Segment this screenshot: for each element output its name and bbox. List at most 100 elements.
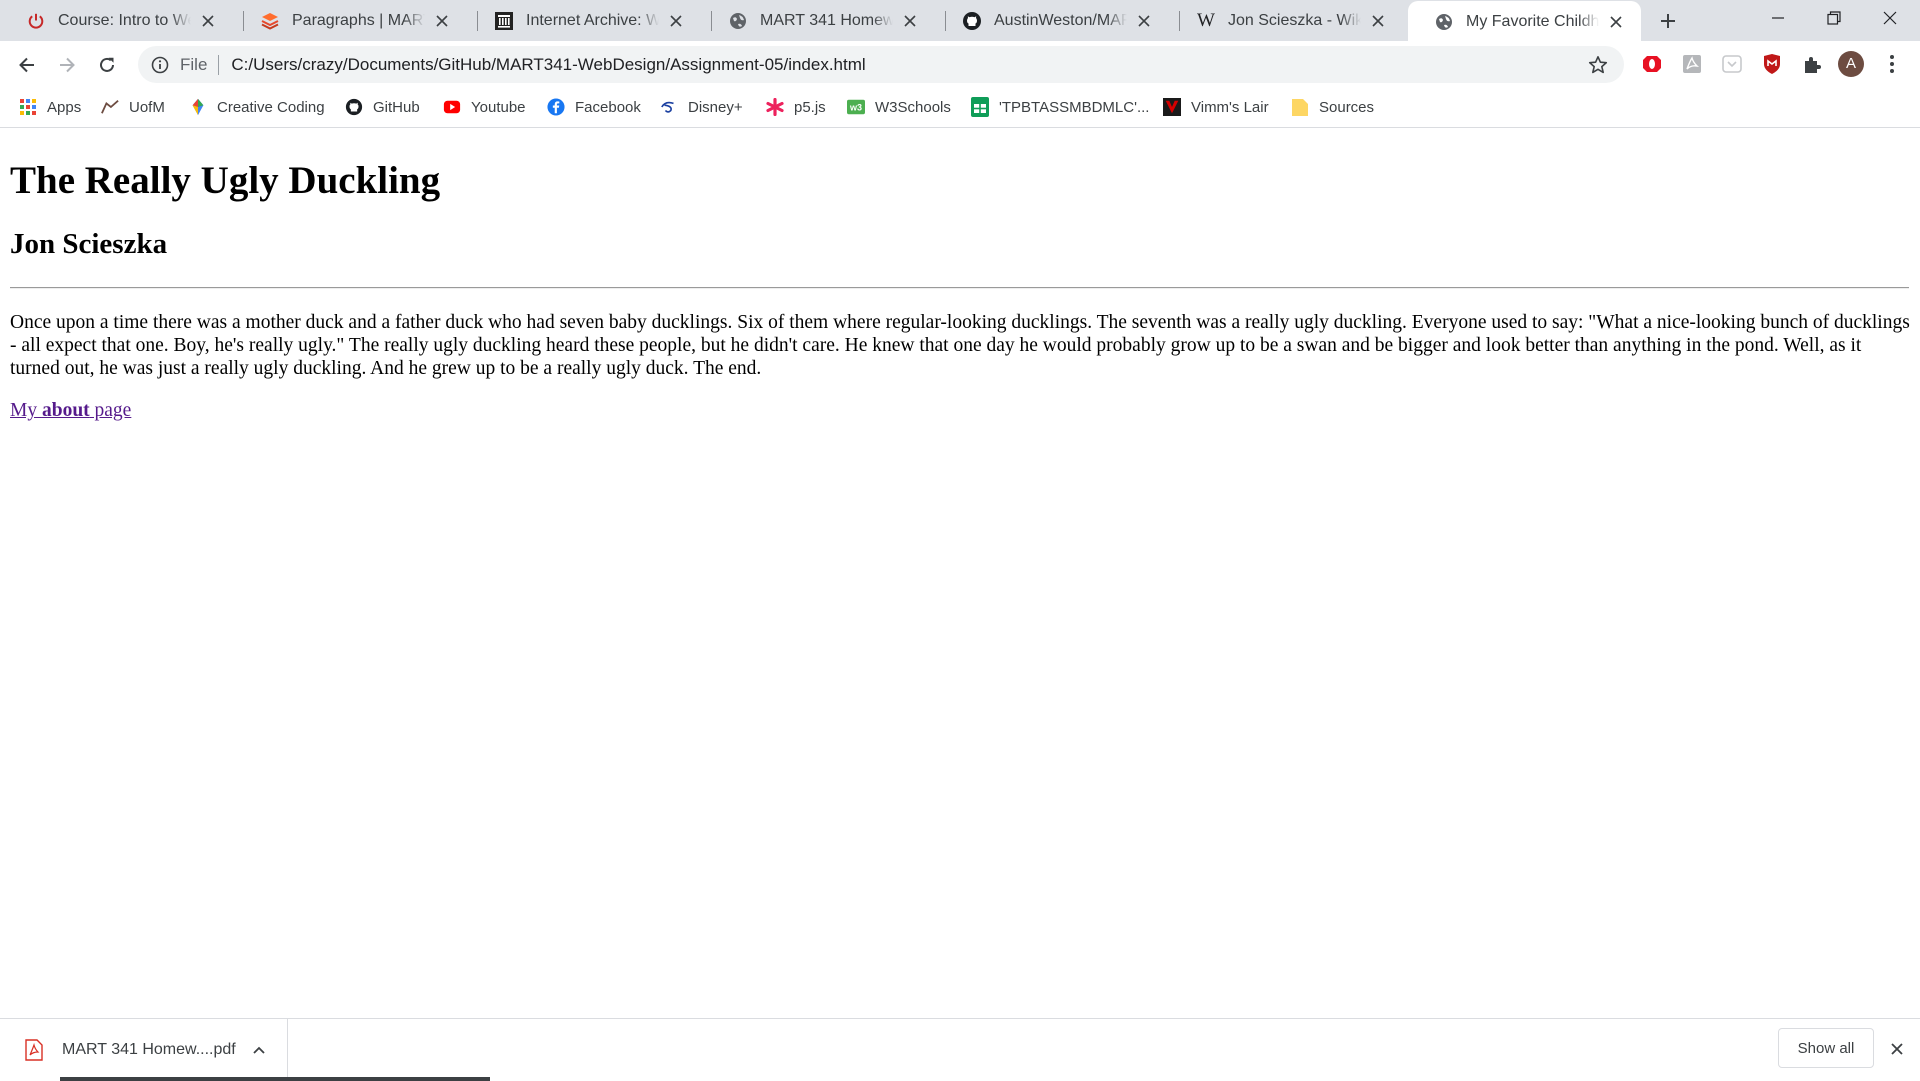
star-icon[interactable] xyxy=(1586,53,1610,77)
svg-text:w3: w3 xyxy=(849,103,862,113)
apps-grid-icon xyxy=(19,98,37,116)
scheme-label: File xyxy=(180,54,208,74)
bookmark-label: Vimm's Lair xyxy=(1191,98,1269,116)
bookmark-label: Facebook xyxy=(575,98,641,116)
uofm-icon xyxy=(101,98,119,116)
bookmark-label: GitHub xyxy=(373,98,420,116)
pdf-file-icon xyxy=(24,1039,44,1061)
download-file-name: MART 341 Homew....pdf xyxy=(62,1041,236,1058)
archive-icon xyxy=(494,11,514,31)
vimm-icon xyxy=(1163,98,1181,116)
arrow-left-icon xyxy=(19,57,34,73)
reload-icon xyxy=(100,57,114,72)
extensions-puzzle-icon[interactable] xyxy=(1799,51,1825,77)
story-paragraph: Once upon a time there was a mother duck… xyxy=(10,312,1910,379)
tab-github-repo[interactable]: AustinWeston/MART34 xyxy=(936,0,1169,41)
reload-button[interactable] xyxy=(89,47,125,83)
bookmark-label: Apps xyxy=(47,98,82,116)
tab-title: Internet Archive: Wayb xyxy=(526,11,659,29)
w3schools-icon: w3 xyxy=(847,98,865,116)
globe-icon xyxy=(1434,12,1454,32)
show-all-button[interactable]: Show all xyxy=(1778,1028,1874,1068)
bookmark-label: p5.js xyxy=(794,98,826,116)
close-tab-icon[interactable] xyxy=(667,12,685,30)
arrow-right-icon xyxy=(60,57,75,73)
tab-title: MART 341 Homework xyxy=(760,11,893,29)
bookmark-label: Sources xyxy=(1319,98,1375,116)
sheets-icon xyxy=(971,97,989,117)
bookmark-w3schools[interactable]: w3 W3Schools xyxy=(847,95,951,119)
pdf-extension-icon[interactable] xyxy=(1679,51,1705,77)
close-shelf-icon[interactable] xyxy=(1886,1038,1908,1060)
pocket-extension-icon[interactable] xyxy=(1719,51,1745,77)
bookmark-disney-plus[interactable]: Disney+ xyxy=(660,95,743,119)
creative-coding-icon xyxy=(189,98,207,116)
back-button[interactable] xyxy=(9,47,45,83)
globe-icon xyxy=(728,11,748,31)
bookmarks-bar: Apps UofM Creative Coding GitHub Youtube… xyxy=(0,88,1920,128)
tab-mart341-homework[interactable]: MART 341 Homework xyxy=(702,0,935,41)
close-icon xyxy=(1883,11,1897,25)
bookmark-label: W3Schools xyxy=(875,98,951,116)
close-tab-icon[interactable] xyxy=(1369,12,1387,30)
close-window-button[interactable] xyxy=(1862,0,1918,36)
close-tab-icon[interactable] xyxy=(433,12,451,30)
download-progress-bar xyxy=(60,1077,490,1081)
restore-icon xyxy=(1827,11,1841,25)
avatar[interactable]: A xyxy=(1838,51,1864,77)
link-text-bold: about xyxy=(41,400,90,421)
minimize-icon xyxy=(1772,17,1784,19)
disney-icon xyxy=(660,98,678,116)
bookmark-spreadsheet[interactable]: 'TPBTASSMBDMLC'... xyxy=(971,95,1149,119)
about-page-link[interactable]: My about page xyxy=(10,400,131,422)
kebab-menu-icon[interactable] xyxy=(1879,51,1905,77)
bookmark-uofm[interactable]: UofM xyxy=(101,95,165,119)
close-tab-icon[interactable] xyxy=(1607,13,1625,31)
wikipedia-icon: W xyxy=(1196,9,1216,31)
p5-asterisk-icon xyxy=(766,98,784,116)
close-tab-icon[interactable] xyxy=(1135,12,1153,30)
link-text-after: page xyxy=(89,400,132,421)
tab-paragraphs[interactable]: Paragraphs | MART 341 xyxy=(234,0,467,41)
tab-strip: Course: Intro to Web D Paragraphs | MART… xyxy=(0,0,1920,42)
bookmark-vimms-lair[interactable]: Vimm's Lair xyxy=(1163,95,1269,119)
github-icon xyxy=(962,11,982,31)
bookmark-folder-sources[interactable]: Sources xyxy=(1291,95,1374,119)
chevron-up-icon[interactable] xyxy=(249,1040,269,1060)
youtube-icon xyxy=(443,98,461,116)
bookmark-facebook[interactable]: Facebook xyxy=(547,95,641,119)
bookmark-youtube[interactable]: Youtube xyxy=(443,95,526,119)
address-bar[interactable]: File C:/Users/crazy/Documents/GitHub/MAR… xyxy=(138,46,1624,83)
opera-extension-icon[interactable] xyxy=(1639,51,1665,77)
mcafee-extension-icon[interactable] xyxy=(1759,51,1785,77)
wikipedia-letter: W xyxy=(1197,9,1215,31)
new-tab-button[interactable] xyxy=(1652,6,1684,36)
forward-button[interactable] xyxy=(49,47,85,83)
info-icon[interactable] xyxy=(150,55,170,75)
tab-title: AustinWeston/MART34 xyxy=(994,11,1127,29)
power-icon xyxy=(26,11,46,31)
close-tab-icon[interactable] xyxy=(901,12,919,30)
facebook-icon xyxy=(547,98,565,116)
link-text-before: My xyxy=(10,400,42,421)
bookmark-apps[interactable]: Apps xyxy=(19,95,81,119)
folder-icon xyxy=(1291,98,1309,116)
bookmark-p5js[interactable]: p5.js xyxy=(766,95,826,119)
restore-button[interactable] xyxy=(1806,0,1862,36)
download-item[interactable]: MART 341 Homew....pdf xyxy=(0,1019,288,1081)
browser-toolbar: File C:/Users/crazy/Documents/GitHub/MAR… xyxy=(0,41,1920,88)
close-tab-icon[interactable] xyxy=(199,12,217,30)
url-text[interactable]: C:/Users/crazy/Documents/GitHub/MART341-… xyxy=(231,55,1586,75)
bookmark-label: Youtube xyxy=(471,98,526,116)
tab-title: Jon Scieszka - Wikiped xyxy=(1228,11,1361,29)
minimize-button[interactable] xyxy=(1750,0,1806,36)
avatar-initial: A xyxy=(1845,55,1856,72)
tab-course-intro-web[interactable]: Course: Intro to Web D xyxy=(0,0,233,41)
author-heading: Jon Scieszka xyxy=(10,228,168,260)
bookmark-creative-coding[interactable]: Creative Coding xyxy=(189,95,325,119)
tab-internet-archive[interactable]: Internet Archive: Wayb xyxy=(468,0,701,41)
tab-title: Course: Intro to Web D xyxy=(58,11,191,29)
bookmark-github[interactable]: GitHub xyxy=(345,95,420,119)
tab-my-favorite-childhood[interactable]: My Favorite Childhood xyxy=(1408,1,1641,42)
tab-wikipedia[interactable]: W Jon Scieszka - Wikiped xyxy=(1170,0,1403,41)
